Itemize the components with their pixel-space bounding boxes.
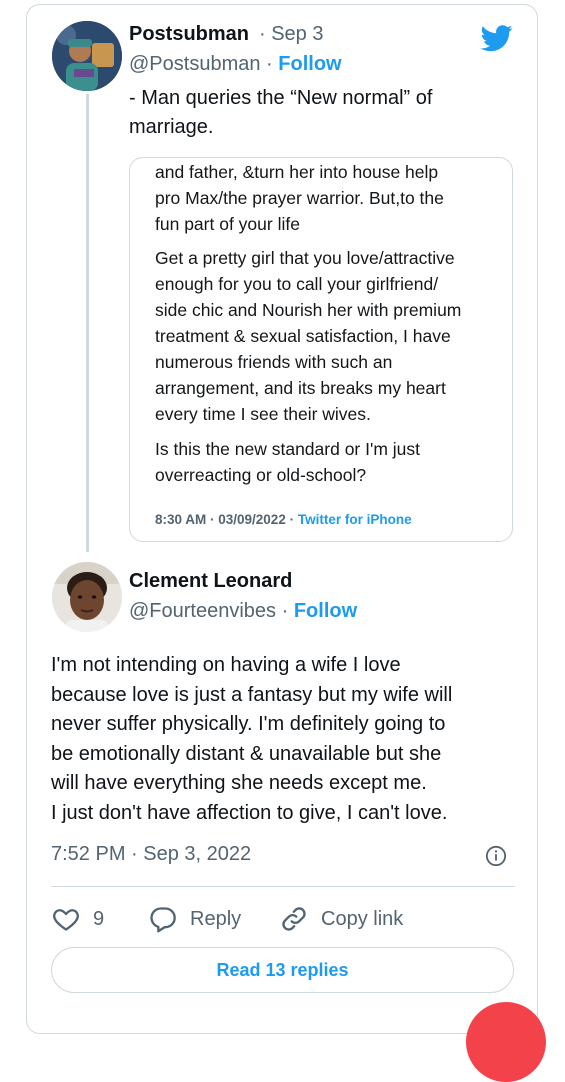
like-button[interactable]: 9 [51, 902, 104, 936]
tweet2-line: because love is just a fantasy but my wi… [51, 683, 453, 706]
clement-leonard-avatar[interactable] [52, 562, 122, 632]
tweet1-text: - Man queries the “New normal” of marria… [129, 87, 433, 138]
heart-icon [53, 909, 79, 931]
tweet1-handle-row: @Postsubman · Follow [129, 53, 342, 76]
reply-icon [150, 907, 176, 933]
tweet2-line: be emotionally distant & unavailable but… [51, 742, 442, 765]
tweet2-line: will have everything she needs except me… [51, 772, 427, 794]
quote-line: Get a pretty girl that you love/attracti… [155, 248, 455, 268]
reply-button[interactable]: Reply [148, 902, 241, 936]
read-replies-button[interactable]: Read 13 replies [51, 947, 514, 993]
dot-separator: · [266, 53, 273, 75]
quote-paragraph-2: Get a pretty girl that you love/attracti… [155, 245, 507, 427]
copy-link-button[interactable]: Copy link [279, 902, 403, 936]
quote-timestamp: 8:30 AM · 03/09/2022 · [155, 512, 295, 527]
quote-line: treatment & sexual satisfaction, I have [155, 326, 451, 346]
tweet2-text: I'm not intending on having a wife I lov… [51, 651, 521, 828]
tweet2-line: I'm not intending on having a wife I lov… [51, 654, 401, 676]
reply-label: Reply [190, 907, 242, 930]
dot-separator: · [259, 23, 272, 45]
follow-fourteenvibes-button[interactable]: Follow [294, 600, 357, 622]
quote-line: enough for you to call your girlfriend/ [155, 274, 439, 294]
quote-line: arrangement, and its breaks my heart [155, 378, 446, 398]
dot-separator: · [281, 600, 289, 622]
follow-postsubman-button[interactable]: Follow [278, 53, 341, 75]
quote-line: pro Max/the prayer warrior. But,to the [155, 188, 444, 208]
divider [51, 886, 515, 887]
quote-line: every time I see their wives. [155, 404, 371, 424]
tweet2-handle-row: @Fourteenvibes · Follow [129, 600, 357, 623]
tweet2-timestamp[interactable]: 7:52 PM · Sep 3, 2022 [51, 843, 251, 866]
floating-action-button[interactable] [466, 1002, 546, 1082]
quote-paragraph-3: Is this the new standard or I'm just ove… [155, 436, 507, 488]
thread-connector-line [86, 94, 89, 552]
author-handle-postsubman[interactable]: @Postsubman [129, 53, 260, 75]
author-name-clement-leonard[interactable]: Clement Leonard [129, 570, 292, 593]
tweet1-date[interactable]: Sep 3 [271, 23, 323, 45]
copy-link-label: Copy link [321, 907, 404, 930]
postsubman-avatar[interactable] [52, 21, 122, 91]
quote-line: overreacting or old-school? [155, 465, 367, 485]
twitter-bird-icon[interactable] [479, 22, 515, 54]
author-name-postsubman[interactable]: Postsubman [129, 23, 249, 46]
quote-line: Is this the new standard or I'm just [155, 439, 420, 459]
quote-line: side chic and Nourish her with premium [155, 300, 462, 320]
quote-source-link[interactable]: Twitter for iPhone [298, 512, 412, 527]
quote-metadata: 8:30 AM · 03/09/2022 · Twitter for iPhon… [155, 512, 412, 527]
quote-top-paragraph: and father, &turn her into house help pr… [155, 159, 505, 237]
tweet2-line: never suffer physically. I'm definitely … [51, 713, 446, 735]
like-count: 9 [93, 907, 105, 930]
quote-line: numerous friends with such an [155, 352, 393, 372]
quoted-content-box[interactable]: and father, &turn her into house help pr… [129, 157, 513, 542]
author-handle-fourteenvibes[interactable]: @Fourteenvibes [129, 600, 276, 622]
link-icon [282, 907, 306, 931]
quote-line: fun part of your life [155, 214, 300, 234]
info-icon[interactable] [485, 845, 507, 867]
tweet2-line: I just don't have affection to give, I c… [51, 801, 448, 824]
quote-line: and father, &turn her into house help [155, 162, 439, 182]
tweet1-date-row: · Sep 3 [259, 23, 323, 46]
